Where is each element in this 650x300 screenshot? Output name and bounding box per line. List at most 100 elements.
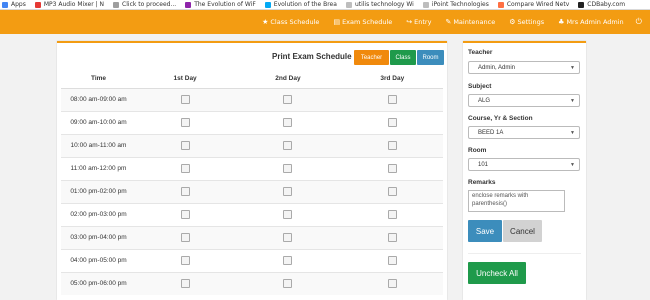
settings-icon: ⚙ xyxy=(509,18,516,26)
schedule-form-panel: Teacher Admin, Admin ▼ Subject ALG ▼ Cou… xyxy=(463,41,586,300)
cancel-button[interactable]: Cancel xyxy=(503,220,542,242)
schedule-checkbox[interactable] xyxy=(283,279,293,289)
subject-label: Subject xyxy=(468,83,492,90)
day-3-cell xyxy=(341,179,443,203)
page-title: Print Exam Schedule xyxy=(272,52,352,61)
schedule-checkbox[interactable] xyxy=(387,187,397,196)
table-row: 03:00 pm-04:00 pm xyxy=(61,225,443,249)
nav-item-settings[interactable]: ⚙ Settings xyxy=(509,18,544,26)
bookmark-item[interactable]: CDBaby.com xyxy=(578,1,625,8)
schedule-checkbox[interactable] xyxy=(180,233,190,242)
remarks-label: Remarks xyxy=(468,179,496,186)
nav-item-maintenance[interactable]: ✎ Maintenance xyxy=(445,18,495,26)
schedule-checkbox[interactable] xyxy=(180,187,190,196)
day-2-cell xyxy=(234,87,342,111)
favicon-icon xyxy=(185,1,192,8)
schedule-checkbox[interactable] xyxy=(283,256,293,265)
column-header: 1st Day xyxy=(136,69,235,89)
subject-select[interactable]: ALG ▼ xyxy=(468,94,580,107)
favicon-icon xyxy=(345,1,352,8)
bookmark-label: Click to proceed... xyxy=(122,1,177,8)
maintenance-icon: ✎ xyxy=(445,18,452,26)
day-1-cell xyxy=(136,248,235,272)
bookmark-item[interactable]: Apps xyxy=(2,1,26,8)
column-header: Time xyxy=(61,69,136,89)
day-2-cell xyxy=(234,225,342,249)
day-1-cell xyxy=(136,179,235,203)
table-row: 01:00 pm-02:00 pm xyxy=(61,179,443,203)
room-select[interactable]: 101 ▼ xyxy=(468,158,580,171)
top-navbar: ★ Class Schedule ▤ Exam Schedule ↪ Entry ✎ Main… xyxy=(0,10,650,34)
schedule-checkbox[interactable] xyxy=(283,95,293,104)
nav-item-label: Exam Schedule xyxy=(342,18,393,26)
time-slot-label: 11:00 am-12:00 pm xyxy=(61,156,136,180)
bookmark-item[interactable]: Click to proceed... xyxy=(113,1,176,8)
chevron-down-icon: ▼ xyxy=(570,162,575,168)
schedule-checkbox[interactable] xyxy=(180,256,190,265)
table-row: 09:00 am-10:00 am xyxy=(61,110,443,134)
schedule-checkbox[interactable] xyxy=(283,118,293,127)
bookmark-item[interactable]: MP3 Audio Mixer | N xyxy=(34,1,104,8)
day-2-cell xyxy=(234,271,342,295)
schedule-checkbox[interactable] xyxy=(387,164,397,173)
schedule-checkbox[interactable] xyxy=(283,233,293,242)
bookmark-item[interactable]: iPoint Technologies xyxy=(422,1,489,8)
schedule-table: Time 1st Day 2nd Day 3rd Day 08:00 am-09:00… xyxy=(61,69,443,295)
nav-item-label: Mrs Admin Admin xyxy=(566,18,624,26)
day-2-cell xyxy=(234,248,342,272)
day-1-cell xyxy=(136,87,235,111)
nav-item-exam-schedule[interactable]: ▤ Exam Schedule xyxy=(333,18,392,26)
schedule-checkbox[interactable] xyxy=(283,210,293,219)
remarks-textarea[interactable]: enclose remarks with parenthesis() xyxy=(468,190,565,212)
time-slot-label: 09:00 am-10:00 am xyxy=(61,110,136,134)
schedule-checkbox[interactable] xyxy=(180,95,190,104)
print-class-button[interactable]: Class xyxy=(390,50,416,65)
schedule-checkbox[interactable] xyxy=(387,95,397,104)
bookmark-item[interactable]: Evolution of the Brea xyxy=(264,1,337,8)
nav-item-label: Maintenance xyxy=(453,18,496,26)
nav-item-label: Entry xyxy=(414,18,432,26)
time-slot-label: 08:00 am-09:00 am xyxy=(61,87,136,111)
schedule-checkbox[interactable] xyxy=(283,141,293,150)
time-slot-label: 05:00 pm-06:00 pm xyxy=(61,271,136,295)
subject-select-value: ALG xyxy=(478,97,491,104)
bookmark-item[interactable]: Compare Wired Netv xyxy=(497,1,569,8)
schedule-checkbox[interactable] xyxy=(283,187,293,196)
schedule-checkbox[interactable] xyxy=(387,210,397,219)
bookmark-label: Apps xyxy=(11,1,26,8)
schedule-checkbox[interactable] xyxy=(180,164,190,173)
day-1-cell xyxy=(136,110,235,134)
schedule-checkbox[interactable] xyxy=(387,141,397,150)
table-row: 05:00 pm-06:00 pm xyxy=(61,271,443,295)
nav-item-user-menu[interactable]: ♣ Mrs Admin Admin xyxy=(558,18,624,26)
schedule-checkbox[interactable] xyxy=(283,164,293,173)
table-row: 04:00 pm-05:00 pm xyxy=(61,248,443,272)
schedule-checkbox[interactable] xyxy=(387,256,397,265)
favicon-icon xyxy=(422,1,429,8)
entry-icon: ↪ xyxy=(406,18,413,26)
schedule-checkbox[interactable] xyxy=(387,279,397,289)
table-row: 11:00 am-12:00 pm xyxy=(61,156,443,180)
bookmark-item[interactable]: The Evolution of WiF xyxy=(185,1,256,8)
nav-item-entry[interactable]: ↪ Entry xyxy=(406,18,431,26)
table-row: 02:00 pm-03:00 pm xyxy=(61,202,443,226)
uncheck-all-button[interactable]: Uncheck All xyxy=(468,262,526,284)
print-teacher-button[interactable]: Teacher xyxy=(354,50,389,65)
bookmark-item[interactable]: utilis technology Wi xyxy=(345,1,414,8)
teacher-select[interactable]: Admin, Admin ▼ xyxy=(468,61,580,74)
day-2-cell xyxy=(234,133,342,157)
print-room-button[interactable]: Room xyxy=(417,50,444,65)
time-slot-label: 03:00 pm-04:00 pm xyxy=(61,225,136,249)
schedule-checkbox[interactable] xyxy=(180,141,190,150)
bookmarks-bar: Apps MP3 Audio Mixer | N Click to proceed.… xyxy=(0,0,650,10)
schedule-checkbox[interactable] xyxy=(387,233,397,242)
schedule-checkbox[interactable] xyxy=(180,279,190,289)
schedule-checkbox[interactable] xyxy=(180,118,190,127)
nav-item-class-schedule[interactable]: ★ Class Schedule xyxy=(262,18,319,26)
time-slot-label: 01:00 pm-02:00 pm xyxy=(61,179,136,203)
power-icon[interactable]: ⏻ xyxy=(636,17,642,27)
save-button[interactable]: Save xyxy=(468,220,502,242)
schedule-checkbox[interactable] xyxy=(387,118,397,127)
course-select[interactable]: BEED 1A ▼ xyxy=(468,126,580,139)
schedule-checkbox[interactable] xyxy=(180,210,190,219)
